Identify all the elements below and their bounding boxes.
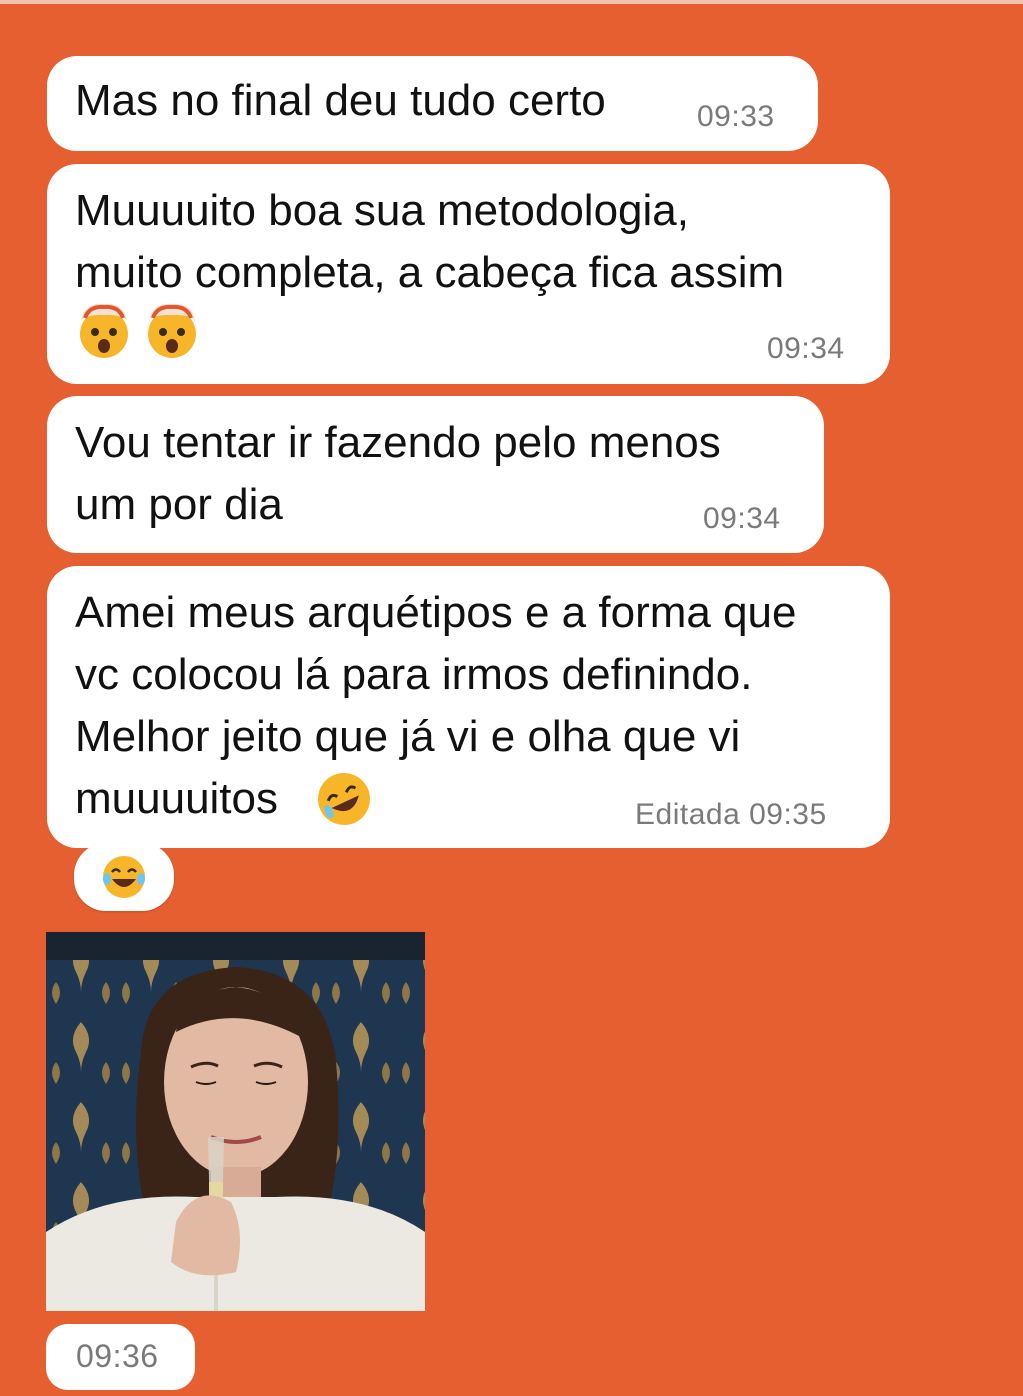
face-with-tears-of-joy-icon: [103, 856, 145, 898]
gif-message[interactable]: [46, 932, 425, 1311]
message-bubble-3[interactable]: Vou tentar ir fazendo pelo menos um por …: [47, 396, 824, 553]
rolling-on-floor-laughing-icon: [318, 773, 370, 825]
message-bubble-1[interactable]: Mas no final deu tudo certo 09:33: [47, 56, 818, 151]
message-text: Vou tentar ir fazendo pelo menos um por …: [75, 418, 721, 529]
gif-time-pill: 09:36: [46, 1324, 195, 1390]
message-text: Amei meus arquétipos e a forma que vc co…: [75, 588, 797, 823]
reaction-badge[interactable]: [74, 843, 174, 911]
message-bubble-2[interactable]: Muuuuito boa sua metodologia, muito comp…: [47, 164, 890, 384]
exploding-head-icon: [80, 303, 128, 358]
message-text: Mas no final deu tudo certo: [75, 76, 606, 125]
message-bubble-4[interactable]: Amei meus arquétipos e a forma que vc co…: [47, 566, 890, 848]
exploding-head-icon: [148, 303, 197, 358]
top-edge-line: [0, 0, 1023, 4]
message-text: Muuuuito boa sua metodologia, muito comp…: [75, 186, 785, 297]
gif-image: [46, 932, 425, 1311]
message-time: 09:34: [767, 332, 845, 365]
message-time: 09:33: [697, 100, 775, 133]
emoji-row: [75, 298, 201, 360]
message-time: Editada 09:35: [635, 798, 827, 831]
message-time: 09:36: [76, 1338, 159, 1374]
message-time: 09:34: [703, 502, 781, 535]
